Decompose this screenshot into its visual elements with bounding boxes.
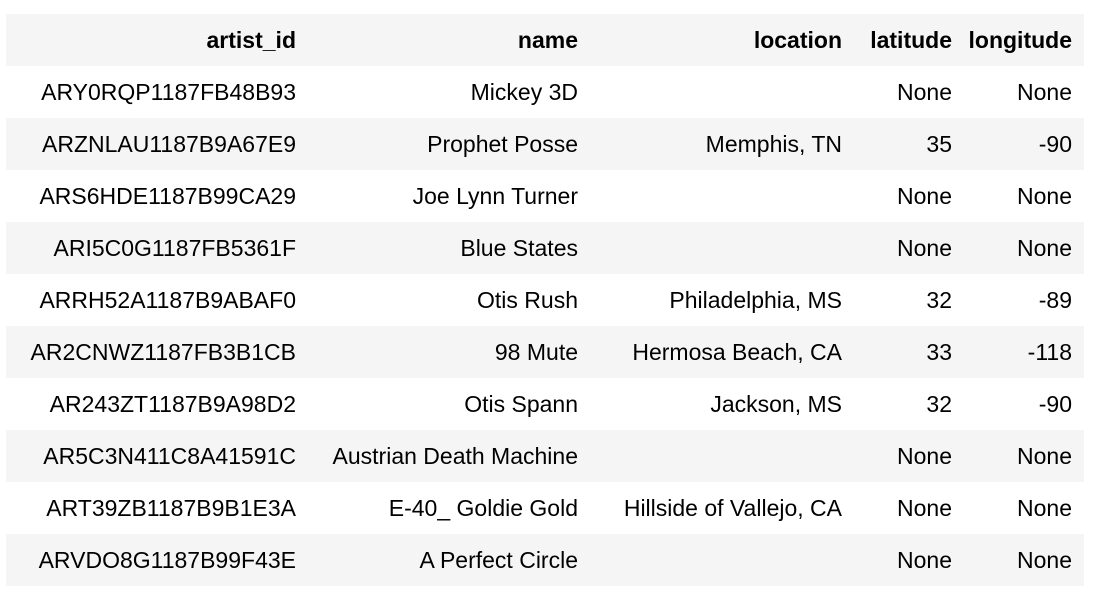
cell-location: Memphis, TN <box>590 118 854 170</box>
cell-artist-id: ARRH52A1187B9ABAF0 <box>6 274 308 326</box>
cell-location: Philadelphia, MS <box>590 274 854 326</box>
cell-location <box>590 222 854 274</box>
cell-longitude: None <box>964 66 1084 118</box>
cell-location <box>590 430 854 482</box>
cell-latitude: None <box>854 170 964 222</box>
cell-artist-id: ART39ZB1187B9B1E3A <box>6 482 308 534</box>
cell-location: Hermosa Beach, CA <box>590 326 854 378</box>
cell-latitude: 33 <box>854 326 964 378</box>
column-header-location: location <box>590 14 854 66</box>
column-header-name: name <box>308 14 590 66</box>
header-row: artist_id name location latitude longitu… <box>6 14 1084 66</box>
cell-name: E-40_ Goldie Gold <box>308 482 590 534</box>
cell-name: 98 Mute <box>308 326 590 378</box>
cell-location <box>590 170 854 222</box>
cell-artist-id: ARZNLAU1187B9A67E9 <box>6 118 308 170</box>
table-row: ART39ZB1187B9B1E3A E-40_ Goldie Gold Hills… <box>6 482 1084 534</box>
cell-latitude: 32 <box>854 378 964 430</box>
cell-artist-id: ARI5C0G1187FB5361F <box>6 222 308 274</box>
cell-longitude: None <box>964 222 1084 274</box>
table-row: ARY0RQP1187FB48B93 Mickey 3D None None <box>6 66 1084 118</box>
column-header-artist-id: artist_id <box>6 14 308 66</box>
table-row: AR2CNWZ1187FB3B1CB 98 Mute Hermosa Beach, … <box>6 326 1084 378</box>
cell-name: Mickey 3D <box>308 66 590 118</box>
cell-latitude: None <box>854 66 964 118</box>
table-row: AR243ZT1187B9A98D2 Otis Spann Jackson, MS 3… <box>6 378 1084 430</box>
cell-artist-id: ARY0RQP1187FB48B93 <box>6 66 308 118</box>
cell-name: Otis Rush <box>308 274 590 326</box>
cell-name: Austrian Death Machine <box>308 430 590 482</box>
cell-artist-id: AR5C3N411C8A41591C <box>6 430 308 482</box>
cell-location <box>590 66 854 118</box>
table-row: ARRH52A1187B9ABAF0 Otis Rush Philadelphia,… <box>6 274 1084 326</box>
table-row: ARVDO8G1187B99F43E A Perfect Circle None No… <box>6 534 1084 586</box>
table-row: ARS6HDE1187B99CA29 Joe Lynn Turner None Non… <box>6 170 1084 222</box>
table-header: artist_id name location latitude longitu… <box>6 14 1084 66</box>
cell-latitude: None <box>854 222 964 274</box>
cell-latitude: None <box>854 430 964 482</box>
cell-longitude: None <box>964 170 1084 222</box>
cell-longitude: None <box>964 534 1084 586</box>
cell-latitude: 32 <box>854 274 964 326</box>
cell-longitude: -90 <box>964 118 1084 170</box>
cell-name: Joe Lynn Turner <box>308 170 590 222</box>
cell-artist-id: AR2CNWZ1187FB3B1CB <box>6 326 308 378</box>
cell-name: A Perfect Circle <box>308 534 590 586</box>
cell-longitude: -89 <box>964 274 1084 326</box>
column-header-longitude: longitude <box>964 14 1084 66</box>
cell-artist-id: ARVDO8G1187B99F43E <box>6 534 308 586</box>
table-row: AR5C3N411C8A41591C Austrian Death Machine… <box>6 430 1084 482</box>
cell-name: Blue States <box>308 222 590 274</box>
cell-longitude: -118 <box>964 326 1084 378</box>
dataframe-table-container: artist_id name location latitude longitu… <box>6 14 1084 586</box>
cell-latitude: None <box>854 482 964 534</box>
cell-latitude: None <box>854 534 964 586</box>
cell-longitude: None <box>964 430 1084 482</box>
dataframe-table: artist_id name location latitude longitu… <box>6 14 1084 586</box>
table-row: ARI5C0G1187FB5361F Blue States None None <box>6 222 1084 274</box>
cell-artist-id: AR243ZT1187B9A98D2 <box>6 378 308 430</box>
cell-longitude: -90 <box>964 378 1084 430</box>
table-row: ARZNLAU1187B9A67E9 Prophet Posse Memphis, … <box>6 118 1084 170</box>
column-header-latitude: latitude <box>854 14 964 66</box>
cell-longitude: None <box>964 482 1084 534</box>
cell-name: Prophet Posse <box>308 118 590 170</box>
cell-location <box>590 534 854 586</box>
cell-location: Jackson, MS <box>590 378 854 430</box>
table-body: ARY0RQP1187FB48B93 Mickey 3D None None ARZNL… <box>6 66 1084 586</box>
cell-name: Otis Spann <box>308 378 590 430</box>
cell-location: Hillside of Vallejo, CA <box>590 482 854 534</box>
cell-latitude: 35 <box>854 118 964 170</box>
cell-artist-id: ARS6HDE1187B99CA29 <box>6 170 308 222</box>
